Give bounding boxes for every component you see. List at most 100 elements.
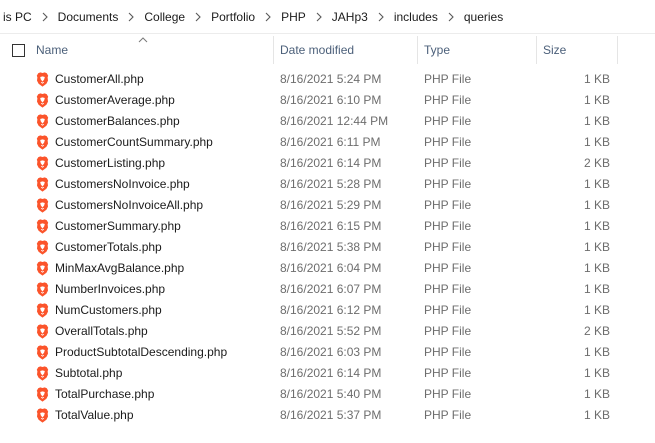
file-date-modified: 8/16/2021 6:12 PM: [280, 303, 382, 317]
file-size: 1 KB: [583, 177, 610, 191]
column-header: Name Date modified Type Size: [0, 33, 655, 67]
file-size: 1 KB: [583, 72, 610, 86]
brave-file-icon: [36, 72, 49, 87]
address-breadcrumb: is PC Documents College Portfolio PHP JAHp3 in…: [0, 0, 655, 34]
file-date-modified: 8/16/2021 6:14 PM: [280, 156, 382, 170]
file-row[interactable]: NumberInvoices.php 8/16/2021 6:07 PM PHP F…: [0, 279, 655, 300]
brave-file-icon: [36, 135, 49, 150]
file-list: CustomerAll.php 8/16/2021 5:24 PM PHP File…: [0, 69, 655, 426]
file-name: CustomerSummary.php: [55, 219, 181, 233]
file-row[interactable]: OverallTotals.php 8/16/2021 5:52 PM PHP Fi…: [0, 321, 655, 342]
column-header-size-label: Size: [543, 43, 567, 57]
brave-file-icon: [36, 114, 49, 129]
file-date-modified: 8/16/2021 6:11 PM: [280, 135, 381, 149]
file-row[interactable]: CustomerSummary.php 8/16/2021 6:15 PM PHP …: [0, 216, 655, 237]
file-row[interactable]: CustomerAll.php 8/16/2021 5:24 PM PHP File…: [0, 69, 655, 90]
file-row[interactable]: NumCustomers.php 8/16/2021 6:12 PM PHP Fil…: [0, 300, 655, 321]
file-name: Subtotal.php: [55, 366, 123, 380]
column-header-name-label: Name: [36, 43, 69, 57]
file-type: PHP File: [424, 198, 472, 212]
breadcrumb-item[interactable]: Documents: [55, 10, 122, 24]
file-name: NumCustomers.php: [55, 303, 162, 317]
brave-file-icon: [36, 303, 49, 318]
file-row[interactable]: CustomerAverage.php 8/16/2021 6:10 PM PHP …: [0, 90, 655, 111]
chevron-right-icon[interactable]: [441, 9, 461, 25]
file-row[interactable]: CustomersNoInvoice.php 8/16/2021 5:28 PM P…: [0, 174, 655, 195]
file-type: PHP File: [424, 261, 472, 275]
file-date-modified: 8/16/2021 5:37 PM: [280, 408, 382, 422]
file-row[interactable]: MinMaxAvgBalance.php 8/16/2021 6:04 PM PHP…: [0, 258, 655, 279]
file-date-modified: 8/16/2021 6:03 PM: [280, 345, 382, 359]
file-row[interactable]: CustomerTotals.php 8/16/2021 5:38 PM PHP F…: [0, 237, 655, 258]
file-date-modified: 8/16/2021 5:29 PM: [280, 198, 382, 212]
file-date-modified: 8/16/2021 12:44 PM: [280, 114, 389, 128]
file-size: 2 KB: [583, 156, 610, 170]
file-name: CustomerBalances.php: [55, 114, 180, 128]
file-type: PHP File: [424, 72, 472, 86]
file-size: 2 KB: [583, 324, 610, 338]
brave-file-icon: [36, 261, 49, 276]
brave-file-icon: [36, 366, 49, 381]
file-type: PHP File: [424, 345, 472, 359]
file-type: PHP File: [424, 114, 472, 128]
chevron-right-icon[interactable]: [309, 9, 329, 25]
breadcrumb-item[interactable]: Portfolio: [208, 10, 258, 24]
select-all-checkbox[interactable]: [12, 44, 25, 57]
file-row[interactable]: CustomerBalances.php 8/16/2021 12:44 PM PH…: [0, 111, 655, 132]
column-header-name[interactable]: Name: [30, 33, 272, 67]
file-name: CustomersNoInvoiceAll.php: [55, 198, 204, 212]
file-row[interactable]: CustomerCountSummary.php 8/16/2021 6:11 P…: [0, 132, 655, 153]
file-size: 1 KB: [583, 366, 610, 380]
file-size: 1 KB: [583, 219, 610, 233]
breadcrumb-item[interactable]: includes: [391, 10, 441, 24]
file-type: PHP File: [424, 156, 472, 170]
chevron-right-icon[interactable]: [35, 9, 55, 25]
file-date-modified: 8/16/2021 5:38 PM: [280, 240, 382, 254]
breadcrumb-item[interactable]: PHP: [278, 10, 309, 24]
brave-file-icon: [36, 156, 49, 171]
file-row[interactable]: TotalPurchase.php 8/16/2021 5:40 PM PHP Fi…: [0, 384, 655, 405]
file-date-modified: 8/16/2021 5:52 PM: [280, 324, 382, 338]
file-row[interactable]: CustomerListing.php 8/16/2021 6:14 PM PHP …: [0, 153, 655, 174]
breadcrumb-item[interactable]: queries: [461, 10, 506, 24]
file-date-modified: 8/16/2021 5:28 PM: [280, 177, 382, 191]
file-type: PHP File: [424, 366, 472, 380]
chevron-right-icon[interactable]: [188, 9, 208, 25]
breadcrumb-item[interactable]: JAHp3: [329, 10, 371, 24]
file-row[interactable]: ProductSubtotalDescending.php 8/16/2021 6…: [0, 342, 655, 363]
column-divider[interactable]: [617, 36, 618, 64]
file-size: 1 KB: [583, 408, 610, 422]
file-date-modified: 8/16/2021 5:24 PM: [280, 72, 382, 86]
file-size: 1 KB: [583, 198, 610, 212]
file-size: 1 KB: [583, 345, 610, 359]
file-row[interactable]: TotalValue.php 8/16/2021 5:37 PM PHP File 1…: [0, 405, 655, 426]
file-size: 1 KB: [583, 135, 610, 149]
breadcrumb-item[interactable]: College: [141, 10, 188, 24]
brave-file-icon: [36, 93, 49, 108]
file-name: CustomerAll.php: [55, 72, 144, 86]
file-size: 1 KB: [583, 303, 610, 317]
column-header-type[interactable]: Type: [418, 33, 536, 67]
file-name: CustomersNoInvoice.php: [55, 177, 190, 191]
chevron-right-icon[interactable]: [121, 9, 141, 25]
file-type: PHP File: [424, 135, 472, 149]
column-header-size[interactable]: Size: [537, 33, 617, 67]
chevron-right-icon[interactable]: [258, 9, 278, 25]
brave-file-icon: [36, 324, 49, 339]
file-name: ProductSubtotalDescending.php: [55, 345, 228, 359]
column-header-date-modified[interactable]: Date modified: [274, 33, 417, 67]
file-row[interactable]: CustomersNoInvoiceAll.php 8/16/2021 5:29 …: [0, 195, 655, 216]
chevron-right-icon[interactable]: [371, 9, 391, 25]
breadcrumb-item[interactable]: is PC: [0, 10, 35, 24]
file-name: CustomerAverage.php: [55, 93, 175, 107]
file-row[interactable]: Subtotal.php 8/16/2021 6:14 PM PHP File 1 K…: [0, 363, 655, 384]
brave-file-icon: [36, 198, 49, 213]
file-name: CustomerCountSummary.php: [55, 135, 213, 149]
brave-file-icon: [36, 240, 49, 255]
file-name: CustomerListing.php: [55, 156, 166, 170]
file-name: OverallTotals.php: [55, 324, 148, 338]
file-date-modified: 8/16/2021 6:15 PM: [280, 219, 382, 233]
file-type: PHP File: [424, 408, 472, 422]
column-header-date-label: Date modified: [280, 43, 355, 57]
brave-file-icon: [36, 408, 49, 423]
